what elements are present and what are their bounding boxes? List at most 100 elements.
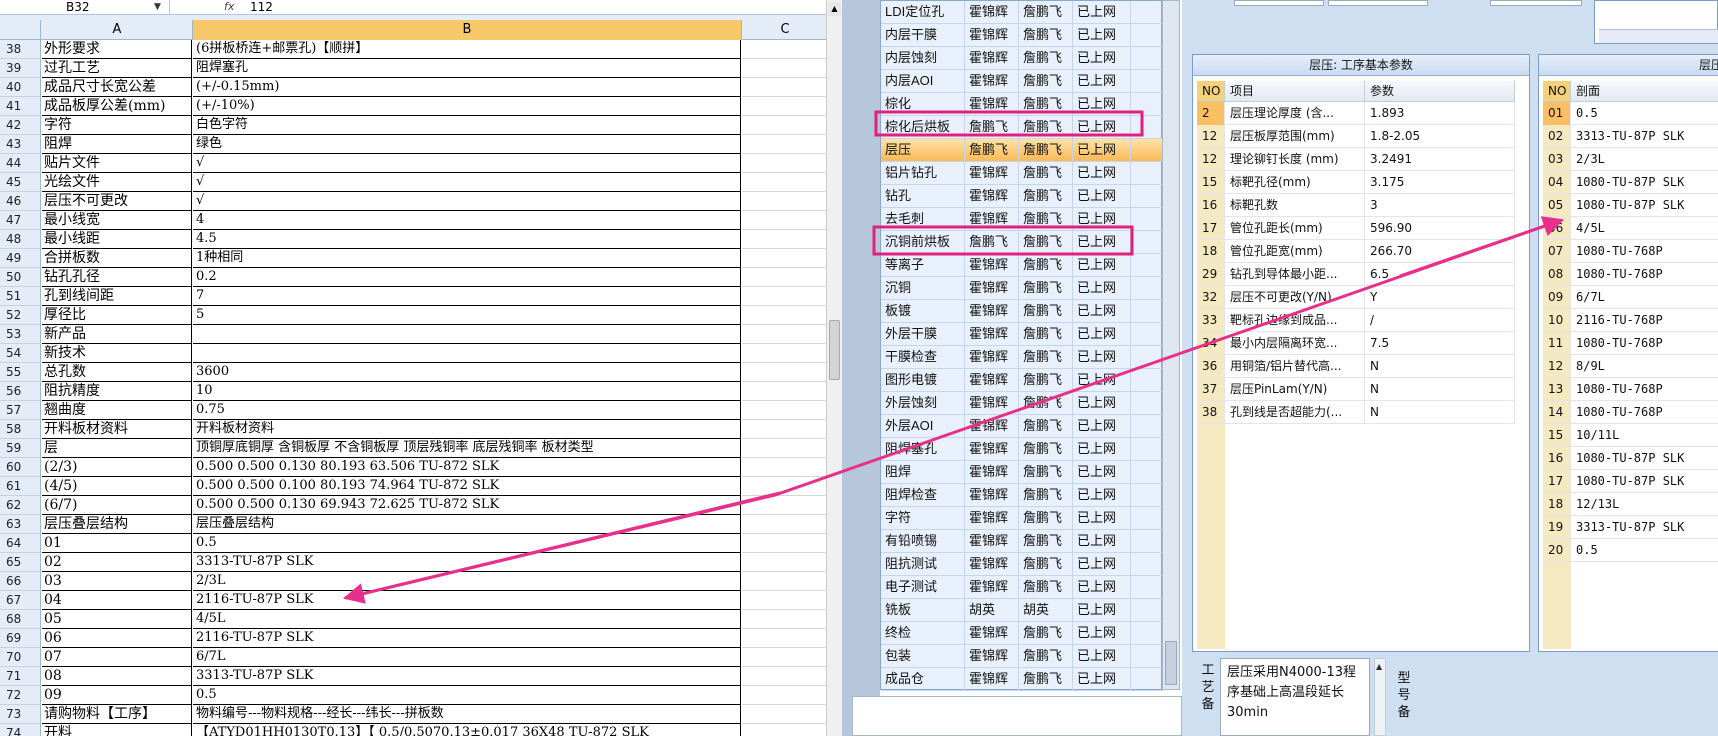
row-header[interactable]: 55 [0, 363, 41, 382]
cell-c[interactable] [742, 40, 828, 59]
scroll-thumb[interactable] [829, 320, 840, 380]
cell-a[interactable]: 成品板厚公差(mm) [42, 97, 192, 116]
cell-b[interactable]: 物料编号---物料规格---经长---纬长---拼板数 [193, 705, 741, 724]
params-row[interactable]: 34 最小内层隔离环宽... 7.5 [1197, 332, 1515, 355]
cell-c[interactable] [742, 173, 828, 192]
params-row[interactable]: 37 层压PinLam(Y/N) N [1197, 378, 1515, 401]
cell-c[interactable] [742, 629, 828, 648]
row-header[interactable]: 64 [0, 534, 41, 553]
stack-row[interactable]: 09 6/7L [1543, 286, 1718, 309]
row-header[interactable]: 40 [0, 78, 41, 97]
cell-c[interactable] [742, 515, 828, 534]
process-row[interactable]: 棕化后烘板 詹鹏飞 詹鹏飞 已上网 [881, 116, 1163, 139]
vertical-scrollbar[interactable]: ▲ [826, 0, 842, 736]
cell-b[interactable]: 3313-TU-87P SLK [193, 667, 741, 686]
process-row[interactable]: 沉铜 霍锦辉 詹鹏飞 已上网 [881, 277, 1163, 300]
row-header[interactable]: 74 [0, 724, 41, 736]
stack-row[interactable]: 05 1080-TU-87P SLK [1543, 194, 1718, 217]
row-header[interactable]: 69 [0, 629, 41, 648]
cell-c[interactable] [742, 705, 828, 724]
cell-b[interactable]: 0.5 [193, 686, 741, 705]
cell-c[interactable] [742, 477, 828, 496]
cell-c[interactable] [742, 135, 828, 154]
cell-b[interactable]: 开料板材资料 [193, 420, 741, 439]
cell-a[interactable]: 合拼板数 [42, 249, 192, 268]
cell-c[interactable] [742, 344, 828, 363]
cell-c[interactable] [742, 724, 828, 736]
stack-row[interactable]: 10 2116-TU-768P [1543, 309, 1718, 332]
cell-c[interactable] [742, 211, 828, 230]
form-field[interactable] [1490, 0, 1582, 6]
process-row[interactable]: 内层干膜 霍锦辉 詹鹏飞 已上网 [881, 24, 1163, 47]
row-header[interactable]: 46 [0, 192, 41, 211]
row-header[interactable]: 58 [0, 420, 41, 439]
row-header[interactable]: 61 [0, 477, 41, 496]
row-header[interactable]: 68 [0, 610, 41, 629]
params-row[interactable]: 33 靶标孔边缘到成品... / [1197, 309, 1515, 332]
stack-row[interactable]: 12 8/9L [1543, 355, 1718, 378]
process-row[interactable]: 棕化 霍锦辉 詹鹏飞 已上网 [881, 93, 1163, 116]
process-row[interactable]: 板镀 霍锦辉 詹鹏飞 已上网 [881, 300, 1163, 323]
process-row[interactable]: 外层AOI 霍锦辉 詹鹏飞 已上网 [881, 415, 1163, 438]
row-header[interactable]: 38 [0, 40, 41, 59]
cell-a[interactable]: 翘曲度 [42, 401, 192, 420]
stack-row[interactable]: 02 3313-TU-87P SLK [1543, 125, 1718, 148]
params-row[interactable]: 29 钻孔到导体最小距... 6.5 [1197, 263, 1515, 286]
row-header[interactable]: 39 [0, 59, 41, 78]
cell-b[interactable]: 4/5L [193, 610, 741, 629]
process-row[interactable]: 钻孔 霍锦辉 詹鹏飞 已上网 [881, 185, 1163, 208]
cell-a[interactable]: 开料板材资料 [42, 420, 192, 439]
cell-c[interactable] [742, 287, 828, 306]
params-row[interactable]: 32 层压不可更改(Y/N) Y [1197, 286, 1515, 309]
cell-a[interactable]: 阻抗精度 [42, 382, 192, 401]
cell-b[interactable]: 白色字符 [193, 116, 741, 135]
cell-b[interactable]: 1种相同 [193, 249, 741, 268]
row-header[interactable]: 60 [0, 458, 41, 477]
row-header[interactable]: 41 [0, 97, 41, 116]
row-header[interactable]: 51 [0, 287, 41, 306]
scroll-thumb[interactable] [1165, 641, 1177, 685]
row-header[interactable]: 70 [0, 648, 41, 667]
params-row[interactable]: 12 理论铆钉长度 (mm) 3.2491 [1197, 148, 1515, 171]
row-header[interactable]: 71 [0, 667, 41, 686]
row-header[interactable]: 53 [0, 325, 41, 344]
cell-a[interactable]: 光绘文件 [42, 173, 192, 192]
cell-c[interactable] [742, 610, 828, 629]
row-header[interactable]: 65 [0, 553, 41, 572]
params-row[interactable]: 12 层压板厚范围(mm) 1.8-2.05 [1197, 125, 1515, 148]
process-note-textarea[interactable]: 层压采用N4000-13程序基础上高温段延长30min [1220, 658, 1370, 736]
params-header-2[interactable]: 参数 [1365, 81, 1515, 102]
cell-a[interactable]: 层 [42, 439, 192, 458]
cell-b[interactable] [193, 344, 741, 363]
process-row[interactable]: 阻抗测试 霍锦辉 詹鹏飞 已上网 [881, 553, 1163, 576]
cell-c[interactable] [742, 192, 828, 211]
row-header[interactable]: 50 [0, 268, 41, 287]
cell-a[interactable]: 06 [42, 629, 192, 648]
cell-c[interactable] [742, 59, 828, 78]
process-row[interactable]: 等离子 霍锦辉 詹鹏飞 已上网 [881, 254, 1163, 277]
row-header[interactable]: 72 [0, 686, 41, 705]
row-header[interactable]: 73 [0, 705, 41, 724]
cell-b[interactable]: 0.5 [193, 534, 741, 553]
cell-b[interactable]: 3600 [193, 363, 741, 382]
cell-c[interactable] [742, 553, 828, 572]
cell-c[interactable] [742, 648, 828, 667]
cell-c[interactable] [742, 420, 828, 439]
row-header[interactable]: 52 [0, 306, 41, 325]
cell-b[interactable]: √ [193, 192, 741, 211]
cell-a[interactable]: 05 [42, 610, 192, 629]
cell-c[interactable] [742, 154, 828, 173]
cell-a[interactable]: (4/5) [42, 477, 192, 496]
stack-header-0[interactable]: NO [1543, 81, 1571, 102]
cell-b[interactable]: 层压叠层结构 [193, 515, 741, 534]
process-row[interactable]: 电子测试 霍锦辉 詹鹏飞 已上网 [881, 576, 1163, 599]
scroll-up-icon[interactable]: ▲ [828, 2, 841, 16]
cell-c[interactable] [742, 382, 828, 401]
cell-b[interactable]: 2/3L [193, 572, 741, 591]
formula-input[interactable]: 112 [250, 0, 273, 14]
process-row[interactable]: 有铅喷锡 霍锦辉 詹鹏飞 已上网 [881, 530, 1163, 553]
row-header[interactable]: 56 [0, 382, 41, 401]
cell-a[interactable]: 新产品 [42, 325, 192, 344]
cell-b[interactable]: 4 [193, 211, 741, 230]
form-field[interactable] [1234, 0, 1324, 6]
